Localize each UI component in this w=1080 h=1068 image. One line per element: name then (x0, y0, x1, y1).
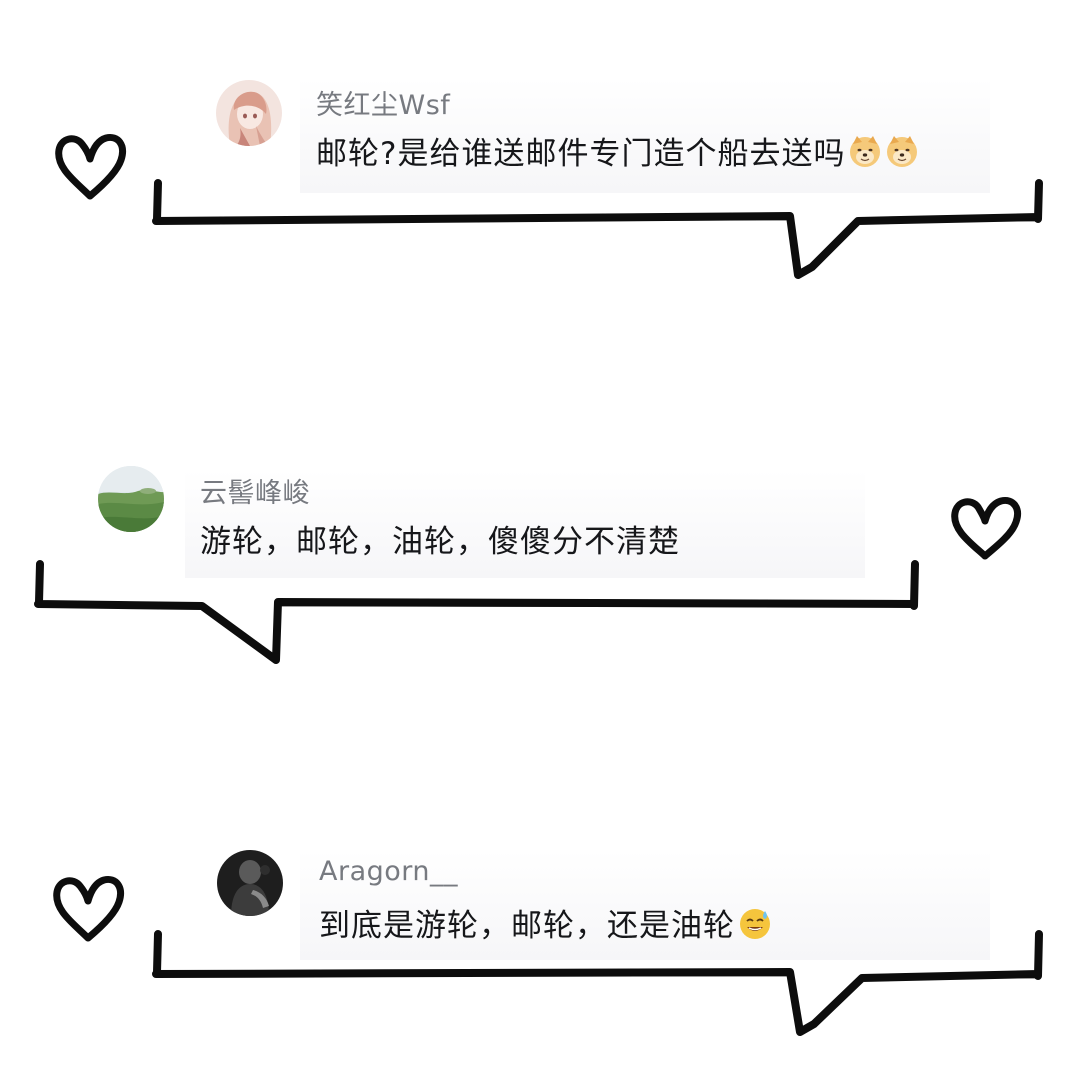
username[interactable]: Aragorn__ (319, 856, 458, 887)
avatar[interactable] (216, 80, 282, 146)
heart-doodle-icon (951, 496, 1021, 560)
anime-girl-avatar-icon (216, 80, 282, 146)
comment-text: 邮轮?是给谁送邮件专门造个船去送吗 (316, 136, 846, 172)
comment-text-row: 邮轮?是给谁送邮件专门造个船去送吗 (316, 128, 919, 173)
comment-text-row: 游轮，邮轮，油轮，傻傻分不清楚 (200, 516, 680, 561)
username[interactable]: 云髻峰峻 (200, 471, 310, 510)
dark-photo-avatar-icon (217, 850, 283, 916)
landscape-avatar-icon (98, 466, 164, 532)
doge-icon (848, 134, 882, 168)
speech-bubble-doodle (152, 179, 1043, 279)
avatar[interactable] (217, 850, 283, 916)
heart-doodle-icon (55, 133, 126, 200)
speech-bubble-doodle (34, 560, 919, 664)
username[interactable]: 笑红尘Wsf (316, 83, 450, 122)
avatar[interactable] (98, 466, 164, 532)
comment-text: 游轮，邮轮，油轮，傻傻分不清楚 (200, 524, 680, 560)
doge-icon (885, 134, 919, 168)
comment-collage: 笑红尘Wsf 邮轮?是给谁送邮件专门造个船去送吗 云髻峰峻 游轮，邮轮，油轮，傻… (0, 0, 1080, 1068)
heart-doodle-icon (53, 875, 124, 942)
speech-bubble-doodle (152, 930, 1043, 1036)
